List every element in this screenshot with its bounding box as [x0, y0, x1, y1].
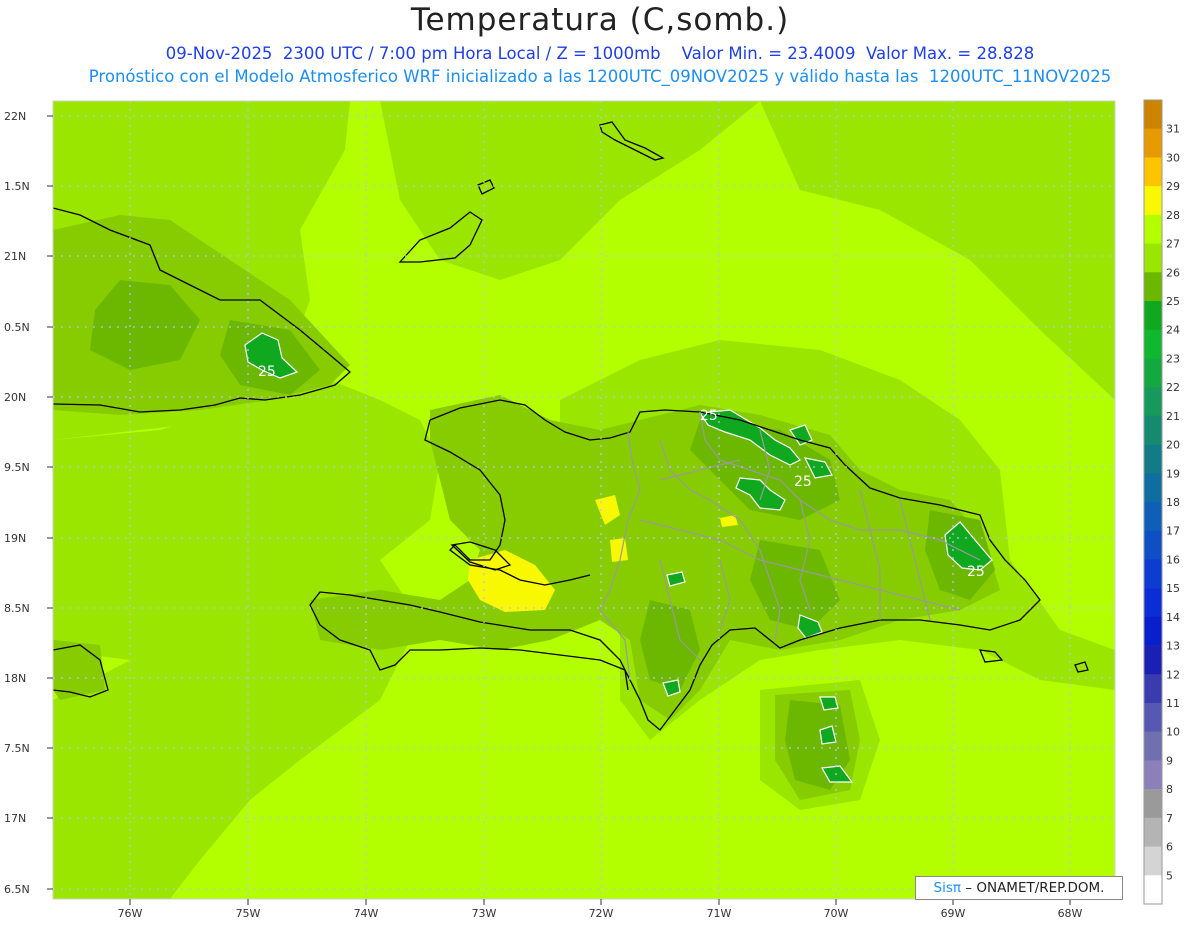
colorbar-swatch [1144, 875, 1162, 905]
colorbar-swatch [1144, 559, 1162, 589]
colorbar-tick-label: 19 [1166, 467, 1180, 480]
colorbar-tick-label: 31 [1166, 123, 1180, 136]
colorbar-tick-label: 5 [1166, 869, 1173, 882]
contour-label: 25 [794, 474, 812, 490]
colorbar-tick-label: 12 [1166, 668, 1180, 681]
colorbar-tick-label: 25 [1166, 295, 1180, 308]
colorbar-tick-label: 21 [1166, 410, 1180, 423]
colorbar-swatch [1144, 473, 1162, 503]
colorbar-tick-label: 16 [1166, 553, 1180, 566]
lat-label: 6.5N [4, 883, 30, 896]
colorbar-swatch [1144, 703, 1162, 733]
colorbar-tick-label: 15 [1166, 582, 1180, 595]
colorbar-swatch [1144, 329, 1162, 359]
lat-label: 21N [4, 250, 26, 263]
colorbar-swatch [1144, 502, 1162, 532]
colorbar-tick-label: 14 [1166, 611, 1180, 624]
lat-label: 22N [4, 110, 26, 123]
lat-ticks [47, 115, 53, 890]
credit-box: Sisπ – ONAMET/REP.DOM. [915, 876, 1123, 900]
colorbar-swatch [1144, 157, 1162, 187]
colorbar-tick-label: 23 [1166, 352, 1180, 365]
colorbar-swatch [1144, 358, 1162, 388]
colorbar-swatch [1144, 243, 1162, 273]
contour-label: 25 [700, 408, 718, 424]
colorbar-tick-label: 13 [1166, 640, 1180, 653]
lat-tick-labels: 22N 1.5N 21N 0.5N 20N 9.5N 19N 8.5N 18N … [4, 110, 30, 896]
colorbar-swatch [1144, 645, 1162, 675]
colorbar-tick-label: 28 [1166, 209, 1180, 222]
colorbar-swatch [1144, 214, 1162, 244]
lat-label: 19N [4, 532, 26, 545]
colorbar-swatch [1144, 100, 1162, 130]
colorbar-tick-label: 10 [1166, 726, 1180, 739]
colorbar-tick-label: 6 [1166, 841, 1173, 854]
lat-label: 0.5N [4, 321, 30, 334]
lon-label: 69W [941, 907, 966, 920]
colorbar-tick-label: 18 [1166, 496, 1180, 509]
lon-label: 68W [1058, 907, 1083, 920]
temperature-map: 25 25 25 25 22N 1.5N 21N 0.5N 20N 9.5N 1… [4, 99, 1180, 920]
lon-axis: 76W 75W 74W 73W 72W 71W 70W 69W 68W [118, 899, 1083, 920]
colorbar-tick-label: 20 [1166, 439, 1180, 452]
colorbar-swatch [1144, 186, 1162, 216]
colorbar-legend: 31 30 29 28 27 26 25 24 23 22 21 20 19 18 17 16 15 14 13 12… [1143, 99, 1180, 905]
contour-label: 25 [258, 364, 276, 380]
lon-label: 70W [824, 907, 849, 920]
lat-axis: 22N 1.5N 21N 0.5N 20N 9.5N 19N 8.5N 18N … [4, 110, 53, 896]
lat-label: 9.5N [4, 461, 30, 474]
colorbar-swatch [1144, 846, 1162, 876]
sispi-logo-text: Sisπ [933, 880, 961, 896]
colorbar-swatch [1144, 128, 1162, 158]
colorbar-swatch [1144, 588, 1162, 618]
lat-label: 8.5N [4, 602, 30, 615]
colorbar-swatch [1144, 817, 1162, 847]
lon-label: 71W [707, 907, 732, 920]
lon-label: 73W [472, 907, 497, 920]
lat-label: 20N [4, 391, 26, 404]
lon-label: 75W [236, 907, 261, 920]
colorbar-swatch [1144, 530, 1162, 560]
colorbar-tick-label: 30 [1166, 151, 1180, 164]
credit-text: – ONAMET/REP.DOM. [965, 880, 1105, 896]
colorbar-tick-label: 9 [1166, 754, 1173, 767]
map-plot-area: 25 25 25 25 [53, 101, 1115, 899]
colorbar-tick-label: 26 [1166, 266, 1180, 279]
colorbar-tick-label: 29 [1166, 180, 1180, 193]
colorbar-tick-label: 27 [1166, 238, 1180, 251]
colorbar-swatch [1144, 387, 1162, 417]
lon-label: 76W [118, 907, 143, 920]
colorbar-swatch [1144, 789, 1162, 819]
lat-label: 18N [4, 672, 26, 685]
colorbar-swatch [1144, 760, 1162, 790]
lat-label: 17N [4, 812, 26, 825]
colorbar-tick-label: 8 [1166, 783, 1173, 796]
colorbar-swatch [1144, 731, 1162, 761]
colorbar-swatch [1144, 674, 1162, 704]
lon-label: 74W [354, 907, 379, 920]
colorbar-tick-label: 7 [1166, 812, 1173, 825]
lat-label: 1.5N [4, 180, 30, 193]
colorbar-tick-label: 22 [1166, 381, 1180, 394]
lat-label: 7.5N [4, 742, 30, 755]
contour-label: 25 [967, 564, 985, 580]
colorbar-swatch [1144, 444, 1162, 474]
colorbar-tick-label: 17 [1166, 525, 1180, 538]
colorbar-swatch [1144, 415, 1162, 445]
colorbar-swatch [1144, 616, 1162, 646]
colorbar-tick-label: 24 [1166, 324, 1180, 337]
colorbar-swatch [1144, 272, 1162, 302]
colorbar-swatch [1144, 301, 1162, 331]
colorbar-tick-label: 11 [1166, 697, 1180, 710]
lon-label: 72W [589, 907, 614, 920]
